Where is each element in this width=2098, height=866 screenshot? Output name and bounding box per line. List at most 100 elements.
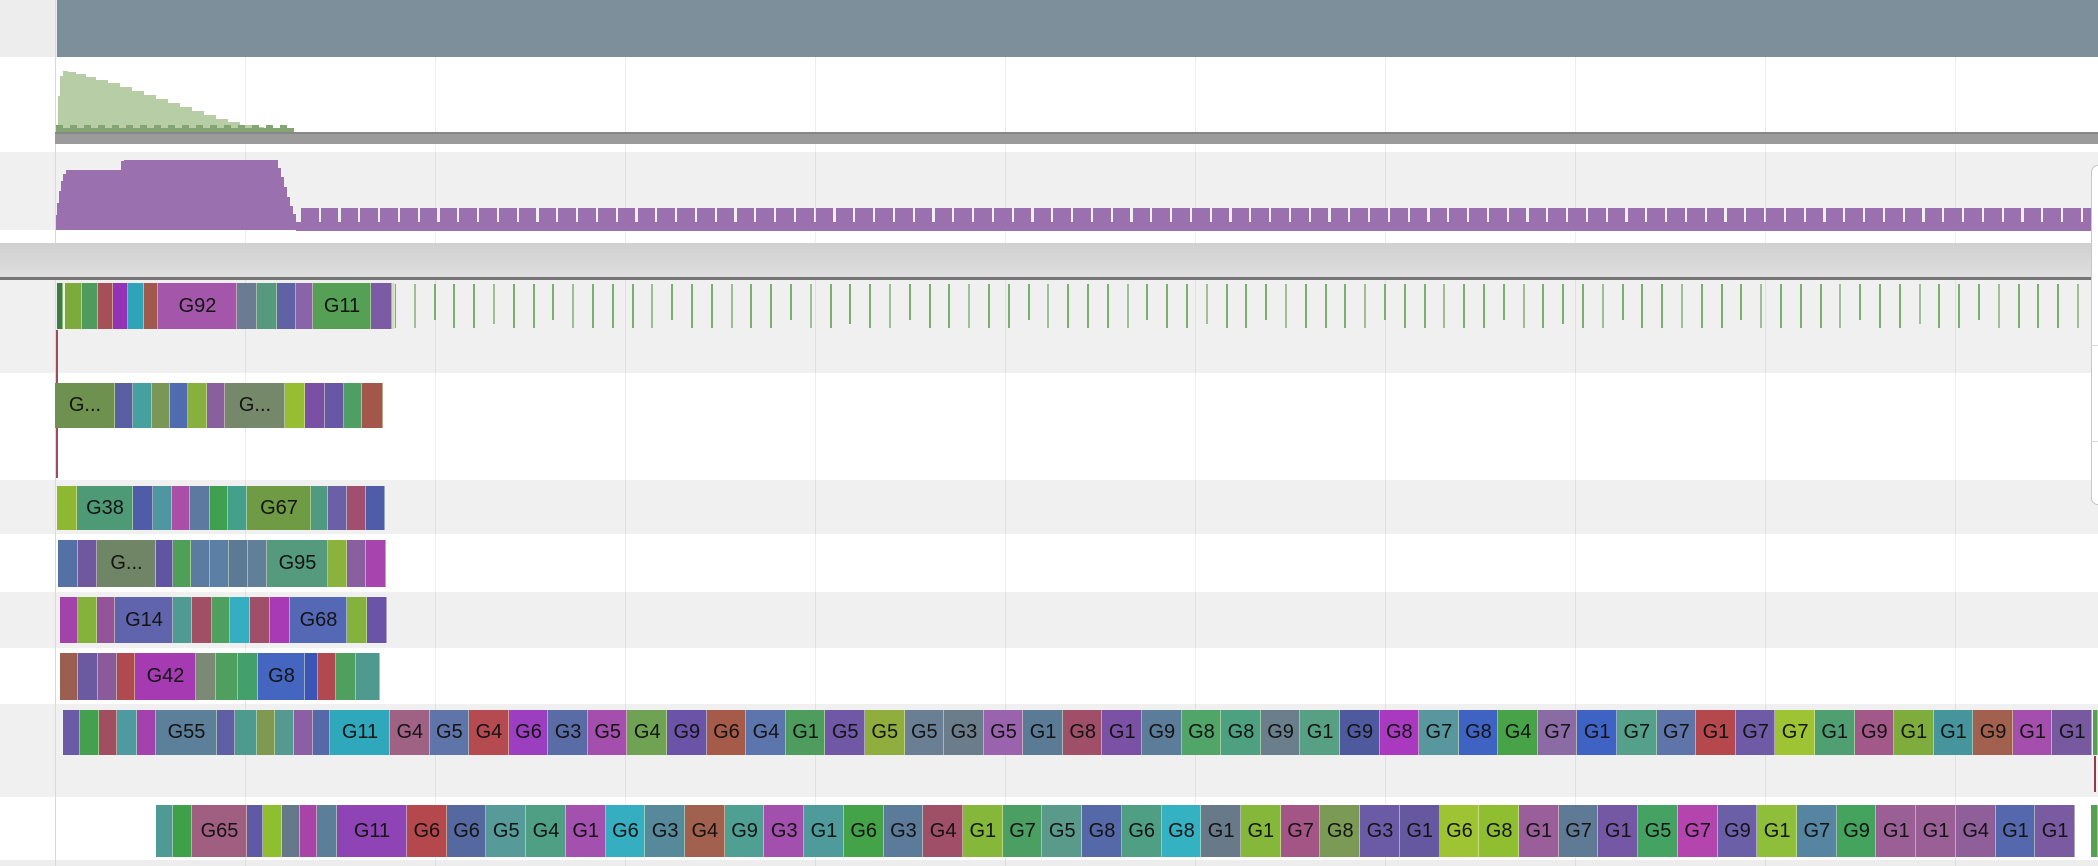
trace-span-G1[interactable]: G1: [1201, 805, 1241, 857]
trace-span-G8[interactable]: G8: [1182, 710, 1222, 755]
trace-span[interactable]: [228, 486, 247, 530]
trace-span[interactable]: [362, 383, 383, 428]
trace-span[interactable]: [172, 486, 190, 530]
trace-span[interactable]: [192, 597, 212, 643]
trace-span-G1[interactable]: G1: [1023, 710, 1063, 755]
trace-span[interactable]: [336, 653, 356, 700]
trace-span-G7[interactable]: G7: [1775, 710, 1815, 755]
trace-span-G7[interactable]: G7: [1419, 710, 1459, 755]
trace-span-G1[interactable]: G1: [1815, 710, 1855, 755]
trace-span-G1[interactable]: G1: [1996, 805, 2036, 857]
trace-span-G7[interactable]: G7: [1538, 710, 1578, 755]
trace-span[interactable]: [63, 710, 80, 755]
trace-span[interactable]: [170, 383, 188, 428]
trace-span[interactable]: [156, 540, 173, 587]
trace-span[interactable]: [60, 597, 78, 643]
trace-span-G9[interactable]: G9: [1855, 710, 1895, 755]
trace-span-G1[interactable]: G1: [1876, 805, 1916, 857]
trace-span-G1[interactable]: G1: [1241, 805, 1281, 857]
trace-span[interactable]: [285, 383, 305, 428]
trace-span-G9[interactable]: G9: [1718, 805, 1758, 857]
trace-span-G11[interactable]: G11: [313, 283, 371, 329]
trace-span-G1[interactable]: G1: [963, 805, 1003, 857]
trace-span-G5[interactable]: G5: [588, 710, 628, 755]
trace-span-G14[interactable]: G14: [115, 597, 173, 643]
trace-span[interactable]: [250, 597, 270, 643]
trace-span-G7[interactable]: G7: [1678, 805, 1718, 857]
trace-span-G5[interactable]: G5: [430, 710, 470, 755]
vertical-scrollbar[interactable]: [2091, 165, 2098, 505]
trace-span-G8[interactable]: G8: [1221, 710, 1261, 755]
trace-span-G8[interactable]: G8: [1162, 805, 1202, 857]
trace-span-G7[interactable]: G7: [1281, 805, 1321, 857]
trace-span-G4[interactable]: G4: [627, 710, 667, 755]
trace-span[interactable]: [317, 805, 337, 857]
trace-span-G4[interactable]: G4: [1498, 710, 1538, 755]
trace-span[interactable]: [347, 597, 367, 643]
trace-span-G6[interactable]: G6: [1440, 805, 1480, 857]
trace-span[interactable]: [275, 710, 294, 755]
trace-span-G4[interactable]: G4: [685, 805, 725, 857]
trace-span-G6[interactable]: G6: [509, 710, 549, 755]
trace-span-G7[interactable]: G7: [1797, 805, 1837, 857]
trace-span[interactable]: [58, 540, 78, 587]
trace-span-G55[interactable]: G55: [156, 710, 217, 755]
trace-span[interactable]: [210, 486, 228, 530]
trace-span[interactable]: [173, 540, 191, 587]
trace-span-G67[interactable]: G67: [247, 486, 311, 530]
trace-span[interactable]: [328, 540, 347, 587]
trace-span-G8[interactable]: G8: [1380, 710, 1420, 755]
trace-span[interactable]: [216, 653, 238, 700]
trace-span-G8[interactable]: G8: [1082, 805, 1122, 857]
trace-span-G11[interactable]: G11: [330, 710, 390, 755]
trace-span-G9[interactable]: G9: [1340, 710, 1380, 755]
trace-span-G5[interactable]: G5: [1042, 805, 1082, 857]
trace-span-G1[interactable]: G1: [786, 710, 826, 755]
trace-span-G1[interactable]: G1: [1300, 710, 1340, 755]
trace-span[interactable]: [371, 283, 392, 329]
trace-span[interactable]: [356, 653, 380, 700]
trace-span[interactable]: [115, 383, 133, 428]
trace-span[interactable]: [65, 283, 82, 329]
trace-span[interactable]: [99, 710, 117, 755]
trace-span[interactable]: [237, 283, 257, 329]
trace-span-G6[interactable]: G6: [447, 805, 487, 857]
trace-span-G3[interactable]: G3: [548, 710, 588, 755]
trace-span-G3[interactable]: G3: [764, 805, 804, 857]
trace-span-G3[interactable]: G3: [1360, 805, 1400, 857]
trace-span-G7[interactable]: G7: [1559, 805, 1599, 857]
trace-span[interactable]: [137, 710, 156, 755]
trace-span[interactable]: [257, 283, 277, 329]
trace-span[interactable]: [325, 383, 344, 428]
trace-span[interactable]: [196, 653, 216, 700]
trace-span-G3[interactable]: G3: [944, 710, 984, 755]
trace-span[interactable]: [2093, 710, 2098, 755]
trace-span-G95[interactable]: G95: [267, 540, 328, 587]
trace-span-G8[interactable]: G8: [1479, 805, 1519, 857]
trace-span-G8[interactable]: G8: [1320, 805, 1360, 857]
trace-span-G9[interactable]: G9: [1837, 805, 1877, 857]
trace-span[interactable]: [60, 653, 78, 700]
trace-span-G[interactable]: G...: [55, 383, 115, 428]
trace-span-G5[interactable]: G5: [825, 710, 865, 755]
trace-span-G8[interactable]: G8: [258, 653, 305, 700]
trace-span[interactable]: [313, 710, 330, 755]
trace-span-G4[interactable]: G4: [469, 710, 509, 755]
memory-graph[interactable]: [0, 0, 2098, 240]
trace-span-G6[interactable]: G6: [844, 805, 884, 857]
trace-span[interactable]: [392, 283, 395, 329]
trace-span[interactable]: [344, 383, 362, 428]
trace-span-G1[interactable]: G1: [1934, 710, 1974, 755]
trace-span-G92[interactable]: G92: [158, 283, 237, 329]
trace-span-G9[interactable]: G9: [1261, 710, 1301, 755]
trace-span-G5[interactable]: G5: [865, 710, 905, 755]
trace-span[interactable]: [153, 486, 172, 530]
trace-span-G8[interactable]: G8: [1459, 710, 1499, 755]
trace-span[interactable]: [133, 383, 152, 428]
trace-span[interactable]: [305, 383, 325, 428]
trace-span-G1[interactable]: G1: [2013, 710, 2053, 755]
trace-span[interactable]: [191, 540, 210, 587]
trace-span-G7[interactable]: G7: [1617, 710, 1657, 755]
trace-span-G1[interactable]: G1: [1894, 710, 1934, 755]
trace-span-G4[interactable]: G4: [526, 805, 566, 857]
